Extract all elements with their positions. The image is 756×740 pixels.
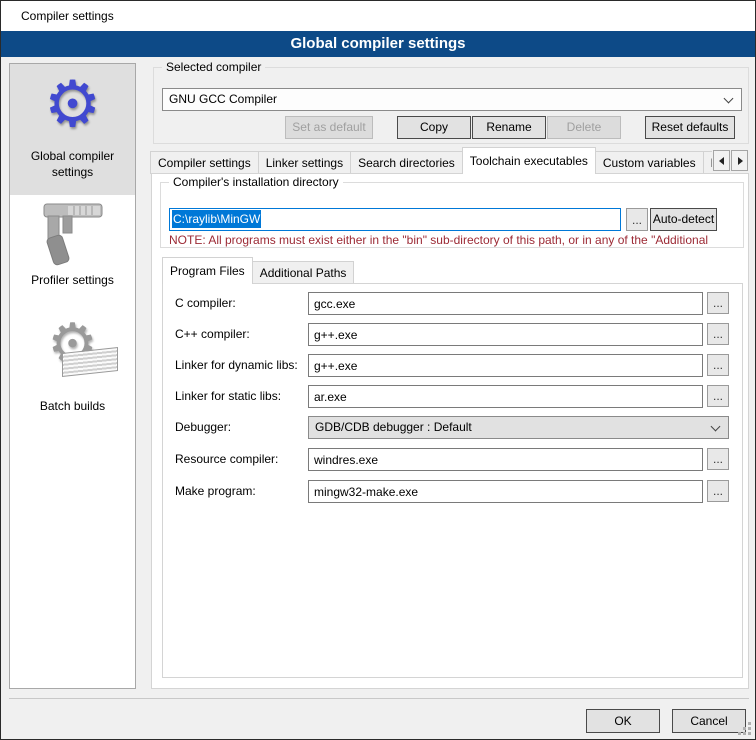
install-dir-input[interactable]: C:\raylib\MinGW — [169, 208, 621, 231]
install-dir-value: C:\raylib\MinGW — [172, 210, 261, 228]
chevron-down-icon — [724, 94, 734, 104]
tab-scroll-right-button[interactable] — [731, 150, 748, 171]
sidebar-item-label: Profiler settings — [10, 272, 135, 288]
copy-button[interactable]: Copy — [397, 116, 471, 139]
toolchain-executables-page: Compiler's installation directory C:\ray… — [151, 173, 749, 689]
install-dir-note: NOTE: All programs must exist either in … — [169, 233, 741, 247]
field-label: C++ compiler: — [175, 323, 250, 346]
field-row-linker-static: Linker for static libs: ... — [163, 385, 742, 408]
resource-compiler-browse-button[interactable]: ... — [707, 448, 729, 470]
program-files-page: C compiler: ... C++ compiler: ... Linker… — [162, 283, 743, 678]
cpp-compiler-input[interactable] — [308, 323, 703, 346]
group-title: Selected compiler — [162, 60, 265, 74]
linker-dynamic-browse-button[interactable]: ... — [707, 354, 729, 376]
program-tab-strip: Program Files Additional Paths — [162, 258, 353, 284]
field-row-debugger: Debugger: GDB/CDB debugger : Default — [163, 416, 742, 439]
tab-program-files[interactable]: Program Files — [162, 257, 253, 284]
tab-search-directories[interactable]: Search directories — [350, 151, 463, 174]
cancel-button[interactable]: Cancel — [672, 709, 746, 733]
rename-button[interactable]: Rename — [472, 116, 546, 139]
selected-compiler-group: Selected compiler GNU GCC Compiler Set a… — [153, 67, 749, 144]
caliper-icon — [38, 196, 108, 271]
sidebar-item-label: Global compiler settings — [10, 148, 135, 180]
footer-divider — [9, 698, 749, 699]
reset-defaults-button[interactable]: Reset defaults — [645, 116, 735, 139]
settings-sidebar: ⚙ Global compiler settings Profiler sett… — [9, 63, 136, 689]
tab-scroll-left-button[interactable] — [713, 150, 730, 171]
set-as-default-button[interactable]: Set as default — [285, 116, 373, 139]
c-compiler-browse-button[interactable]: ... — [707, 292, 729, 314]
minimize-button[interactable] — [619, 1, 665, 31]
field-row-c-compiler: C compiler: ... — [163, 292, 742, 315]
window-title: Compiler settings — [21, 1, 114, 31]
linker-static-input[interactable] — [308, 385, 703, 408]
field-label: Linker for dynamic libs: — [175, 354, 298, 377]
c-compiler-input[interactable] — [308, 292, 703, 315]
cpp-compiler-browse-button[interactable]: ... — [707, 323, 729, 345]
blue-gear-icon: ⚙ — [10, 64, 135, 144]
settings-tab-strip: Compiler settings Linker settings Search… — [150, 147, 712, 174]
tab-linker-settings[interactable]: Linker settings — [258, 151, 351, 174]
close-button[interactable] — [711, 1, 756, 31]
resize-grip[interactable] — [748, 732, 751, 735]
compiler-select-value: GNU GCC Compiler — [169, 92, 277, 106]
field-row-linker-dynamic: Linker for dynamic libs: ... — [163, 354, 742, 377]
field-label: Debugger: — [175, 416, 231, 439]
chevron-down-icon — [711, 422, 721, 432]
linker-dynamic-input[interactable] — [308, 354, 703, 377]
install-dir-browse-button[interactable]: ... — [626, 208, 648, 231]
linker-static-browse-button[interactable]: ... — [707, 385, 729, 407]
debugger-select-value: GDB/CDB debugger : Default — [315, 420, 472, 434]
compiler-settings-dialog: Compiler settings Global compiler settin… — [0, 0, 756, 740]
make-program-browse-button[interactable]: ... — [707, 480, 729, 502]
field-row-resource-compiler: Resource compiler: ... — [163, 448, 742, 471]
tab-custom-variables[interactable]: Custom variables — [595, 151, 704, 174]
installation-directory-group: Compiler's installation directory C:\ray… — [160, 182, 744, 248]
make-program-input[interactable] — [308, 480, 703, 503]
field-label: Resource compiler: — [175, 448, 278, 471]
field-row-cpp-compiler: C++ compiler: ... — [163, 323, 742, 346]
ok-button[interactable]: OK — [586, 709, 660, 733]
sidebar-item-label: Batch builds — [10, 398, 135, 414]
field-label: C compiler: — [175, 292, 236, 315]
maximize-button[interactable] — [665, 1, 711, 31]
resource-compiler-input[interactable] — [308, 448, 703, 471]
sidebar-item-global-compiler-settings[interactable]: ⚙ Global compiler settings — [10, 64, 135, 195]
arrow-right-icon — [738, 157, 743, 165]
debugger-select[interactable]: GDB/CDB debugger : Default — [308, 416, 729, 439]
tab-compiler-settings[interactable]: Compiler settings — [150, 151, 259, 174]
delete-button[interactable]: Delete — [547, 116, 621, 139]
tab-toolchain-executables[interactable]: Toolchain executables — [462, 147, 596, 174]
arrow-left-icon — [719, 157, 724, 165]
compiler-select[interactable]: GNU GCC Compiler — [162, 88, 742, 111]
tab-build-options-truncated[interactable]: Builc — [703, 151, 712, 174]
field-label: Linker for static libs: — [175, 385, 281, 408]
title-bar[interactable]: Compiler settings — [1, 1, 755, 31]
page-title: Global compiler settings — [1, 31, 755, 57]
tab-additional-paths[interactable]: Additional Paths — [252, 261, 355, 284]
group-title: Compiler's installation directory — [169, 175, 343, 189]
field-label: Make program: — [175, 480, 256, 503]
auto-detect-button[interactable]: Auto-detect — [650, 208, 717, 231]
field-row-make-program: Make program: ... — [163, 480, 742, 503]
